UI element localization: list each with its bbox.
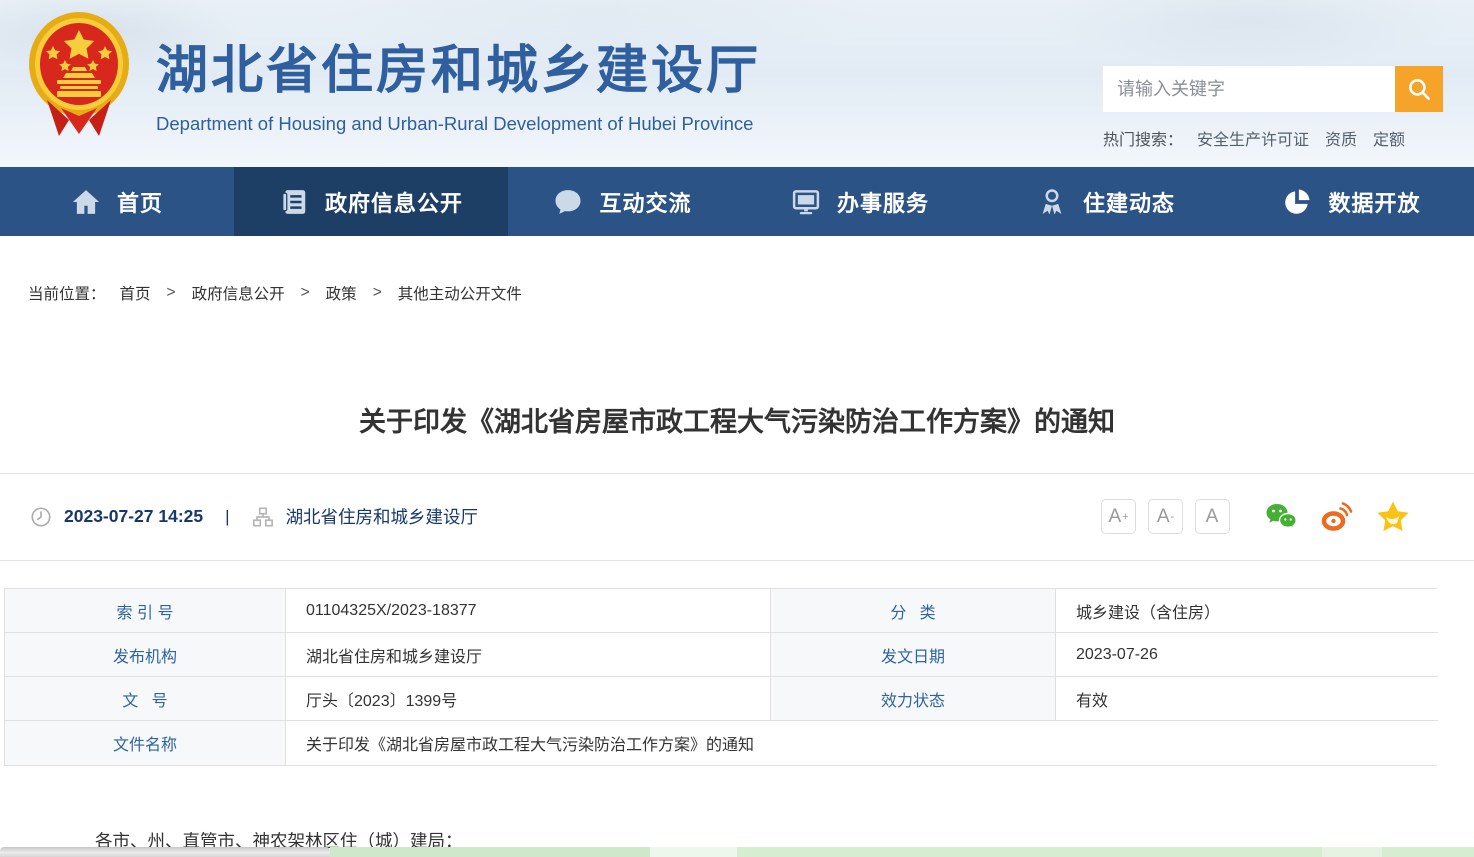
nav-label: 数据开放 bbox=[1328, 186, 1420, 218]
font-btn-label: A bbox=[1206, 506, 1219, 528]
breadcrumb-item-policy[interactable]: 政策 bbox=[326, 282, 357, 304]
nav-item-services[interactable]: 办事服务 bbox=[737, 167, 983, 236]
wechat-icon[interactable] bbox=[1264, 500, 1298, 534]
meta-label-doc-name: 文件名称 bbox=[5, 721, 286, 765]
nav-label: 住建动态 bbox=[1083, 186, 1175, 218]
nav-label: 办事服务 bbox=[837, 186, 929, 218]
strip-segment bbox=[1322, 847, 1382, 857]
hot-search-link[interactable]: 安全生产许可证 bbox=[1197, 126, 1309, 150]
monitor-icon bbox=[791, 187, 821, 217]
nav-label: 互动交流 bbox=[599, 186, 691, 218]
nav-item-gov-info[interactable]: 政府信息公开 bbox=[234, 167, 508, 236]
search-button[interactable] bbox=[1395, 66, 1443, 112]
strip-segment bbox=[737, 847, 1322, 857]
breadcrumb: 当前位置： 首页 > 政府信息公开 > 政策 > 其他主动公开文件 bbox=[0, 236, 1474, 304]
strip-segment bbox=[1382, 847, 1474, 857]
nav-label: 政府信息公开 bbox=[325, 186, 463, 218]
article-meta-bar: 2023-07-27 14:25 | 湖北省住房和城乡建设厅 A+ A- A bbox=[0, 473, 1474, 560]
font-btn-sup: - bbox=[1171, 511, 1175, 523]
breadcrumb-item-other-docs[interactable]: 其他主动公开文件 bbox=[398, 282, 522, 304]
sitemap-icon bbox=[252, 506, 274, 528]
search-area: 热门搜索： 安全生产许可证 资质 定额 bbox=[1103, 66, 1443, 150]
hot-search-link[interactable]: 资质 bbox=[1325, 126, 1357, 150]
article-meta-left: 2023-07-27 14:25 | 湖北省住房和城乡建设厅 bbox=[30, 473, 478, 560]
meta-value-index-number: 01104325X/2023-18377 bbox=[286, 589, 771, 633]
divider bbox=[0, 560, 1474, 561]
home-icon bbox=[71, 187, 101, 217]
article-meta-right: A+ A- A bbox=[1101, 473, 1410, 560]
weibo-icon[interactable] bbox=[1320, 500, 1354, 534]
meta-label-validity: 效力状态 bbox=[771, 677, 1056, 721]
hot-search-row: 热门搜索： 安全生产许可证 资质 定额 bbox=[1103, 126, 1443, 150]
strip-segment bbox=[330, 847, 650, 857]
meta-value-publisher: 湖北省住房和城乡建设厅 bbox=[286, 633, 771, 677]
article-source: 湖北省住房和城乡建设厅 bbox=[286, 504, 479, 529]
meta-label-doc-number: 文 号 bbox=[5, 677, 286, 721]
meta-value-validity: 有效 bbox=[1056, 677, 1438, 721]
doc-meta-table: 索 引 号 01104325X/2023-18377 分 类 城乡建设（含住房）… bbox=[4, 588, 1437, 766]
meta-value-issue-date: 2023-07-26 bbox=[1056, 633, 1438, 677]
meta-label-publisher: 发布机构 bbox=[5, 633, 286, 677]
meta-label-issue-date: 发文日期 bbox=[771, 633, 1056, 677]
site-titles: 湖北省住房和城乡建设厅 Department of Housing and Ur… bbox=[156, 28, 761, 135]
breadcrumb-item-gov-info[interactable]: 政府信息公开 bbox=[192, 282, 285, 304]
bottom-strip bbox=[0, 847, 1474, 857]
hot-search-label: 热门搜索： bbox=[1103, 126, 1183, 150]
font-btn-label: A bbox=[1108, 506, 1121, 528]
breadcrumb-separator: > bbox=[167, 284, 176, 302]
strip-segment bbox=[650, 847, 737, 857]
breadcrumb-separator: > bbox=[301, 284, 310, 302]
site-header: 湖北省住房和城乡建设厅 Department of Housing and Ur… bbox=[0, 0, 1474, 167]
meta-label-index-number: 索 引 号 bbox=[5, 589, 286, 633]
clock-icon bbox=[30, 506, 52, 528]
publish-time: 2023-07-27 14:25 bbox=[64, 506, 203, 527]
meta-label-category: 分 类 bbox=[771, 589, 1056, 633]
site-title: 湖北省住房和城乡建设厅 bbox=[156, 28, 761, 103]
site-subtitle: Department of Housing and Urban-Rural De… bbox=[156, 113, 761, 135]
document-icon bbox=[279, 187, 309, 217]
meta-separator: | bbox=[225, 507, 229, 527]
breadcrumb-item-home[interactable]: 首页 bbox=[120, 282, 151, 304]
breadcrumb-separator: > bbox=[373, 284, 382, 302]
chat-bubble-icon bbox=[553, 187, 583, 217]
search-icon bbox=[1406, 76, 1432, 102]
page-title: 关于印发《湖北省房屋市政工程大气污染防治工作方案》的通知 bbox=[0, 400, 1474, 439]
qzone-icon[interactable] bbox=[1376, 500, 1410, 534]
breadcrumb-label: 当前位置： bbox=[28, 282, 106, 304]
font-increase-button[interactable]: A+ bbox=[1101, 499, 1136, 534]
nav-item-interaction[interactable]: 互动交流 bbox=[508, 167, 737, 236]
nav-item-open-data[interactable]: 数据开放 bbox=[1229, 167, 1474, 236]
pie-chart-icon bbox=[1282, 187, 1312, 217]
page: 湖北省住房和城乡建设厅 Department of Housing and Ur… bbox=[0, 0, 1474, 857]
font-btn-sup: + bbox=[1122, 511, 1128, 523]
person-badge-icon bbox=[1037, 187, 1067, 217]
font-btn-label: A bbox=[1157, 506, 1170, 528]
main-nav: 首页 政府信息公开 互动交流 办事服务 bbox=[0, 167, 1474, 236]
national-emblem-logo bbox=[27, 8, 131, 136]
meta-value-doc-number: 厅头〔2023〕1399号 bbox=[286, 677, 771, 721]
font-decrease-button[interactable]: A- bbox=[1148, 499, 1183, 534]
strip-scrollbar bbox=[0, 847, 330, 857]
meta-value-doc-name: 关于印发《湖北省房屋市政工程大气污染防治工作方案》的通知 bbox=[286, 721, 1438, 765]
nav-item-news[interactable]: 住建动态 bbox=[983, 167, 1229, 236]
nav-label: 首页 bbox=[117, 186, 163, 218]
hot-search-link[interactable]: 定额 bbox=[1373, 126, 1405, 150]
nav-item-home[interactable]: 首页 bbox=[0, 167, 234, 236]
search-input[interactable] bbox=[1103, 66, 1395, 112]
meta-value-category: 城乡建设（含住房） bbox=[1056, 589, 1438, 633]
font-reset-button[interactable]: A bbox=[1195, 499, 1230, 534]
